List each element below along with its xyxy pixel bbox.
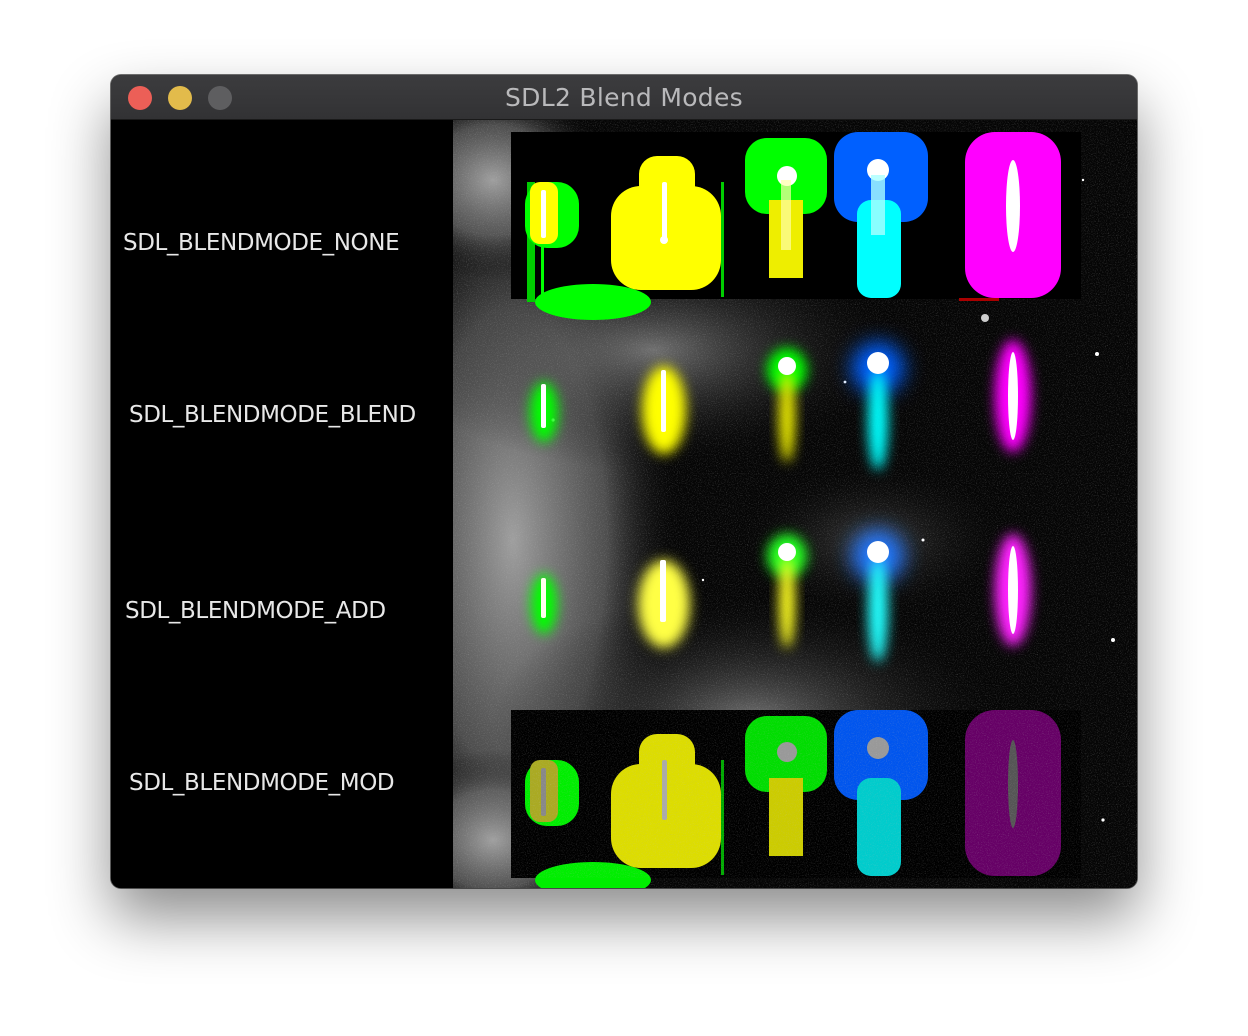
row-mod-sprites — [511, 710, 1081, 888]
window-title: SDL2 Blend Modes — [505, 83, 743, 112]
label-blendmode-blend: SDL_BLENDMODE_BLEND — [129, 402, 416, 428]
label-panel: SDL_BLENDMODE_NONE SDL_BLENDMODE_BLEND S… — [111, 120, 453, 888]
label-blendmode-mod: SDL_BLENDMODE_MOD — [129, 770, 395, 796]
row-none-sprites — [511, 132, 1081, 320]
starfield-scene — [453, 120, 1137, 888]
label-blendmode-add: SDL_BLENDMODE_ADD — [125, 598, 386, 624]
title-bar[interactable]: SDL2 Blend Modes — [111, 75, 1137, 120]
render-canvas: SDL_BLENDMODE_NONE SDL_BLENDMODE_BLEND S… — [111, 120, 1137, 888]
app-window: SDL2 Blend Modes SDL_BLENDMODE_NONE SDL_… — [111, 75, 1137, 888]
label-blendmode-none: SDL_BLENDMODE_NONE — [123, 230, 400, 256]
